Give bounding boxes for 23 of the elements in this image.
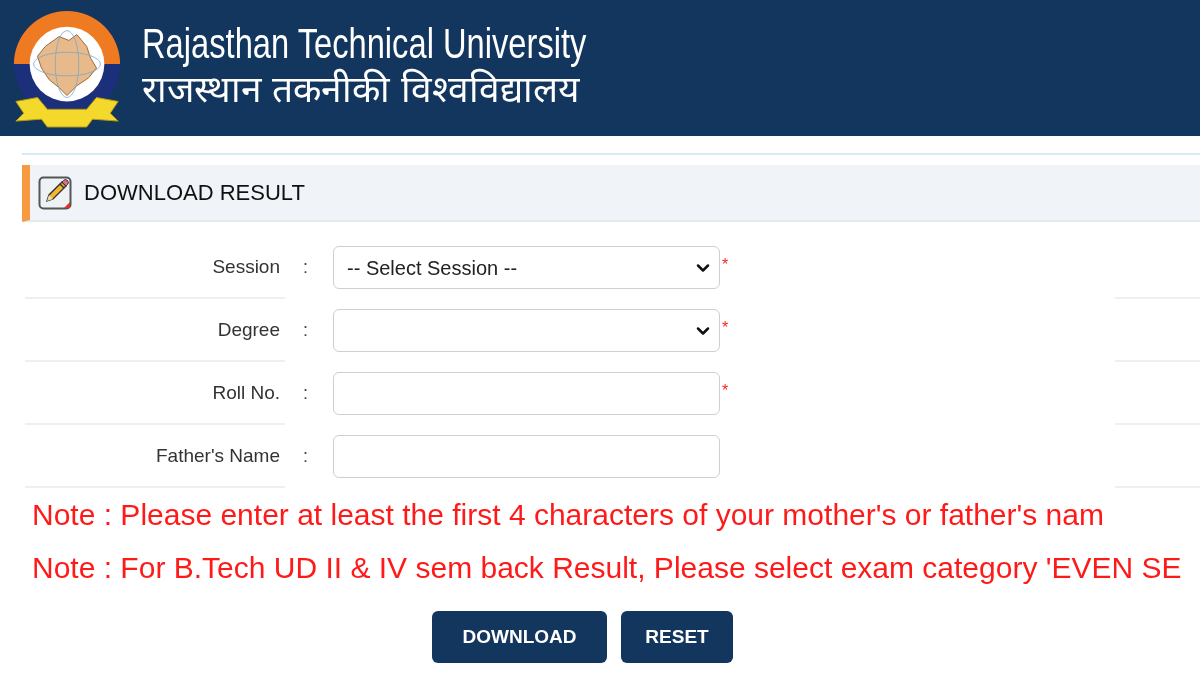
university-title-hindi: राजस्थान तकनीकी विश्वविद्यालय xyxy=(142,68,579,112)
field-separator: : xyxy=(303,319,309,342)
note-text: Note : Please enter at least the first 4 characters of your mother's or father's nam xyxy=(32,497,1104,533)
field-separator: : xyxy=(303,256,309,279)
university-title: Rajasthan Technical University xyxy=(142,18,587,68)
field-label: Degree xyxy=(217,318,280,342)
text-field[interactable] xyxy=(333,372,720,415)
dropdown-field[interactable]: -- Select Session -- xyxy=(333,246,720,289)
field-separator: : xyxy=(303,445,309,468)
field-label: Father's Name xyxy=(156,444,280,468)
section-title: DOWNLOAD RESULT xyxy=(84,179,305,207)
note-text: Note : For B.Tech UD II & IV sem back Result, Please select exam category 'EVEN SE xyxy=(32,550,1182,586)
reset-button[interactable]: RESET xyxy=(621,611,733,663)
text-field[interactable] xyxy=(333,435,720,478)
dropdown-field[interactable] xyxy=(333,309,720,352)
required-mark: * xyxy=(722,317,729,338)
required-mark: * xyxy=(722,380,729,401)
pencil-icon xyxy=(38,175,72,210)
required-mark: * xyxy=(722,254,729,275)
download-button[interactable]: DOWNLOAD xyxy=(432,611,607,663)
field-label: Session xyxy=(212,255,280,279)
field-separator: : xyxy=(303,382,309,405)
field-label: Roll No. xyxy=(212,381,280,405)
